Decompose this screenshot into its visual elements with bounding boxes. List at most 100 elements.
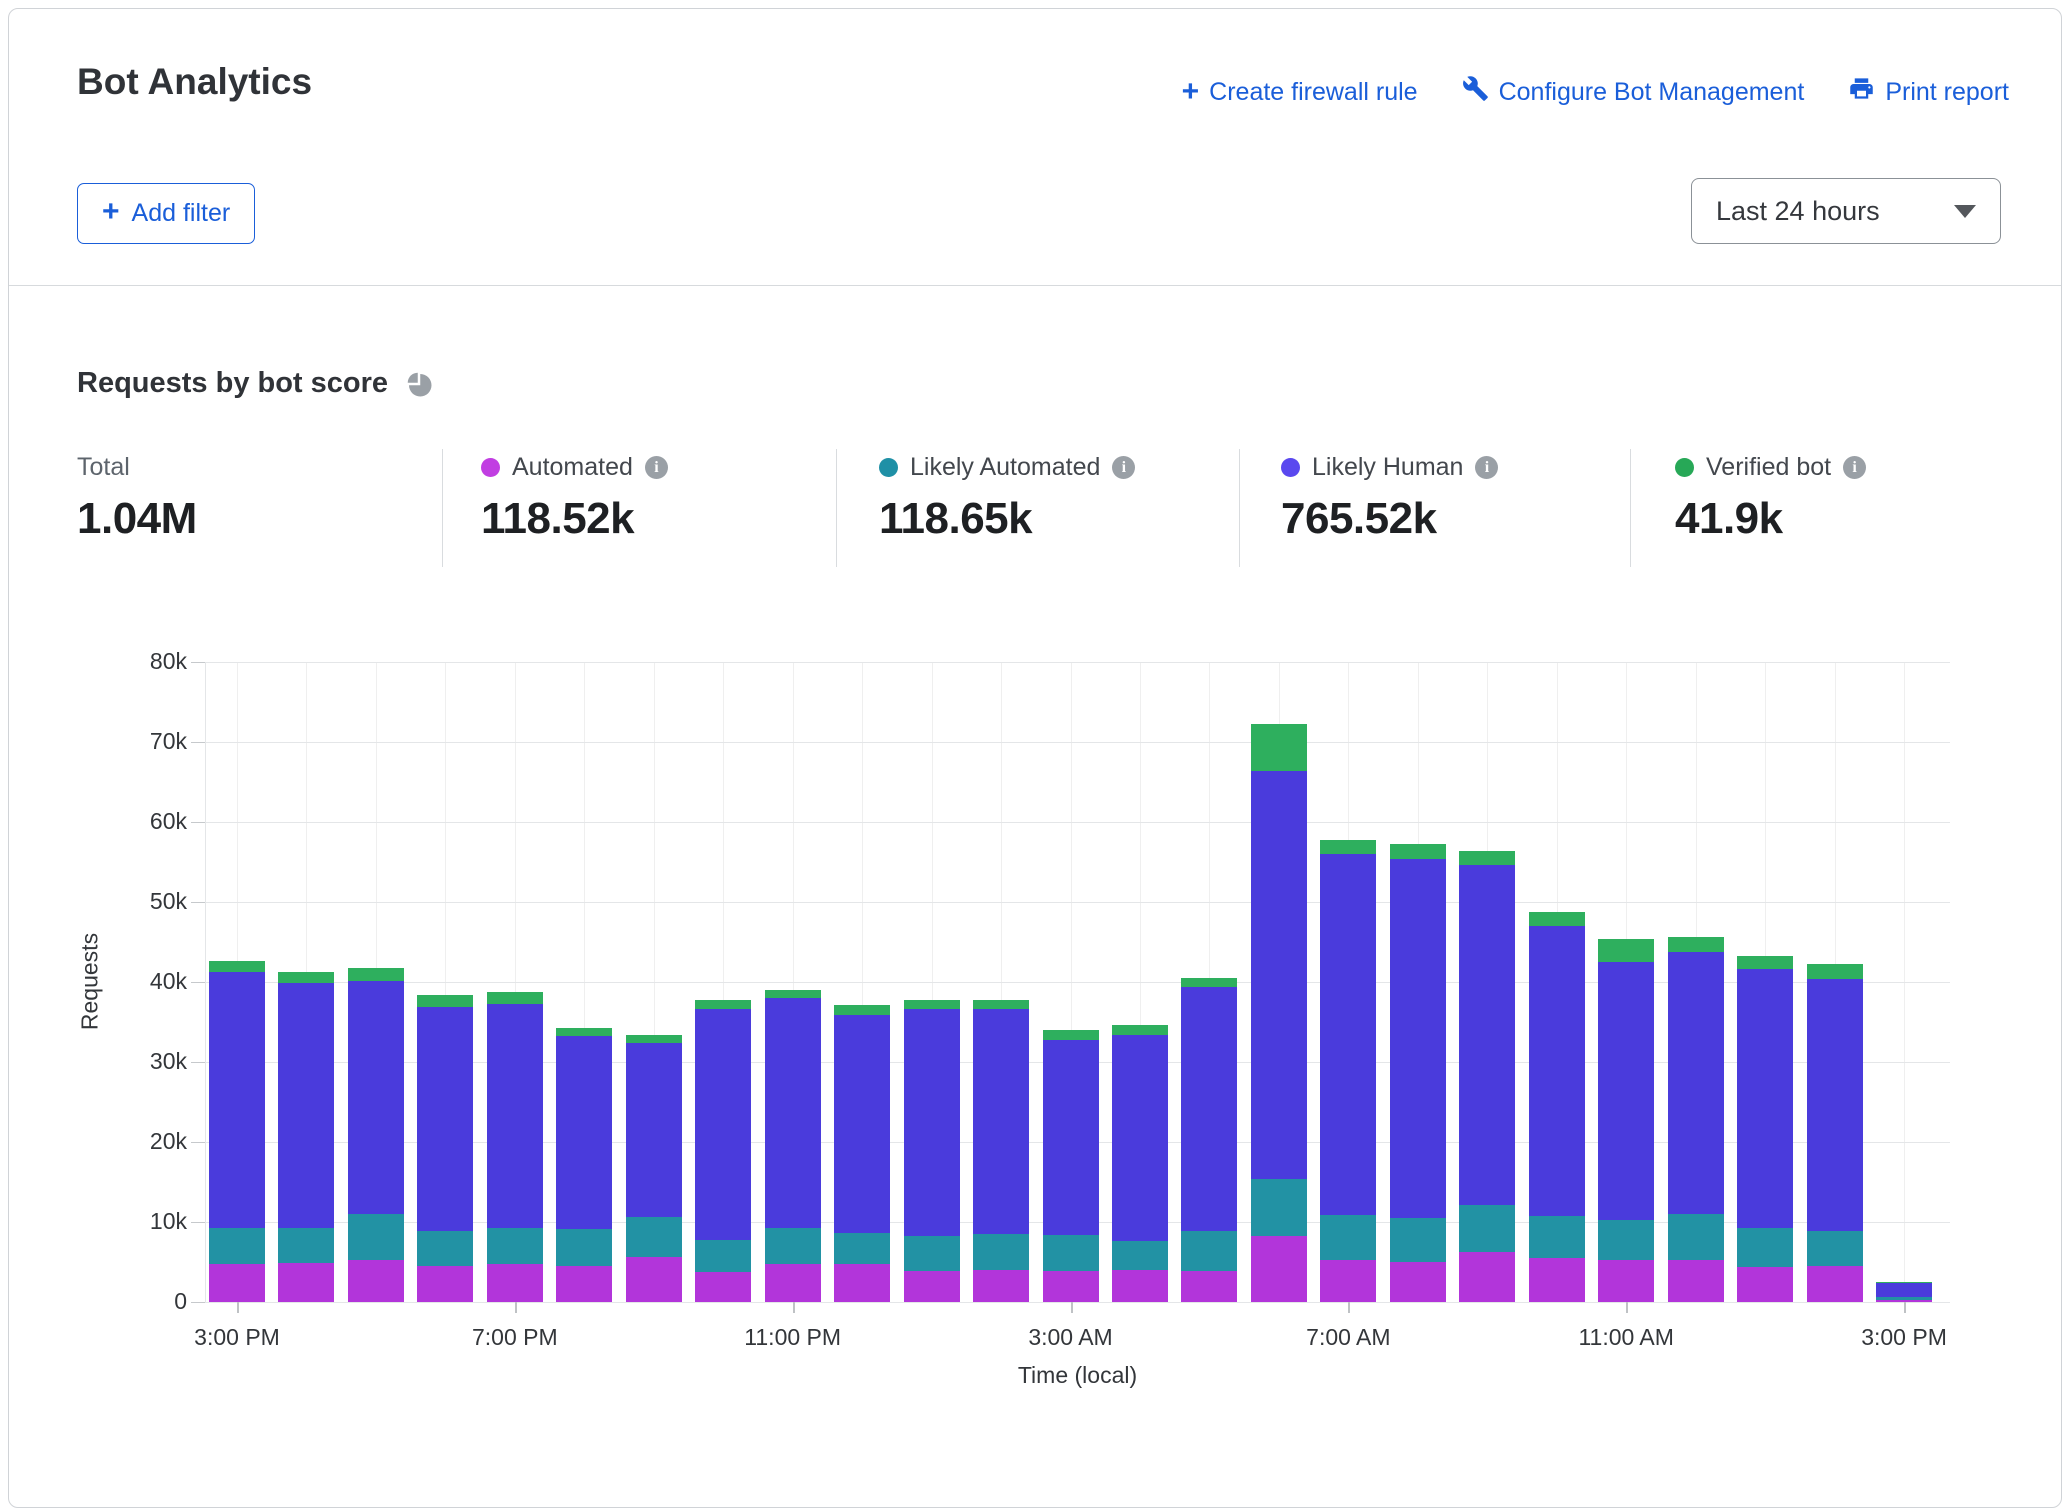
- bar-segment-verified-bot[interactable]: [904, 1000, 960, 1010]
- bar-segment-automated[interactable]: [1390, 1262, 1446, 1302]
- bar-segment-verified-bot[interactable]: [1251, 724, 1307, 770]
- bar-segment-likely-automated[interactable]: [1181, 1231, 1237, 1271]
- bar-segment-automated[interactable]: [1320, 1260, 1376, 1302]
- bar-segment-likely-human[interactable]: [1598, 962, 1654, 1220]
- bar-segment-verified-bot[interactable]: [417, 995, 473, 1007]
- info-icon[interactable]: i: [645, 456, 668, 479]
- bar-segment-verified-bot[interactable]: [348, 968, 404, 981]
- bar-segment-likely-automated[interactable]: [904, 1236, 960, 1270]
- bar-segment-automated[interactable]: [348, 1260, 404, 1302]
- bar-segment-likely-human[interactable]: [1876, 1283, 1932, 1297]
- bar-segment-likely-human[interactable]: [1668, 952, 1724, 1214]
- bar-segment-likely-human[interactable]: [904, 1009, 960, 1236]
- add-filter-button[interactable]: + Add filter: [77, 183, 255, 244]
- bar-segment-likely-human[interactable]: [626, 1043, 682, 1217]
- bar-segment-verified-bot[interactable]: [1598, 939, 1654, 962]
- bar-segment-automated[interactable]: [487, 1264, 543, 1302]
- bar-segment-verified-bot[interactable]: [487, 992, 543, 1004]
- bar-segment-likely-automated[interactable]: [417, 1231, 473, 1266]
- bar-segment-likely-automated[interactable]: [1876, 1297, 1932, 1299]
- bar-segment-likely-human[interactable]: [1112, 1035, 1168, 1241]
- action-link-print-report[interactable]: Print report: [1848, 75, 2009, 109]
- bar-segment-automated[interactable]: [904, 1271, 960, 1302]
- bar-segment-likely-human[interactable]: [1737, 969, 1793, 1228]
- bar-segment-likely-automated[interactable]: [1320, 1215, 1376, 1261]
- bar-segment-verified-bot[interactable]: [1320, 840, 1376, 854]
- bar-segment-likely-automated[interactable]: [1529, 1216, 1585, 1258]
- bar-segment-verified-bot[interactable]: [209, 961, 265, 972]
- bar-segment-automated[interactable]: [1737, 1267, 1793, 1302]
- bar-segment-automated[interactable]: [1807, 1266, 1863, 1302]
- bar-segment-likely-human[interactable]: [695, 1009, 751, 1239]
- bar-segment-likely-human[interactable]: [417, 1007, 473, 1231]
- bar-segment-verified-bot[interactable]: [278, 972, 334, 983]
- bar-segment-likely-automated[interactable]: [278, 1228, 334, 1263]
- bar-segment-automated[interactable]: [765, 1264, 821, 1302]
- bar-segment-verified-bot[interactable]: [556, 1028, 612, 1037]
- bar-segment-verified-bot[interactable]: [1807, 964, 1863, 978]
- info-icon[interactable]: i: [1475, 456, 1498, 479]
- bar-segment-likely-human[interactable]: [556, 1036, 612, 1229]
- bar-segment-likely-automated[interactable]: [348, 1214, 404, 1260]
- action-link-configure-bot-management[interactable]: Configure Bot Management: [1462, 75, 1805, 109]
- bar-segment-automated[interactable]: [1251, 1236, 1307, 1302]
- bar-segment-automated[interactable]: [1529, 1258, 1585, 1302]
- bar-segment-automated[interactable]: [1668, 1260, 1724, 1302]
- bar-segment-likely-automated[interactable]: [765, 1228, 821, 1264]
- bar-segment-likely-automated[interactable]: [695, 1240, 751, 1272]
- bar-segment-automated[interactable]: [556, 1266, 612, 1302]
- bar-segment-automated[interactable]: [278, 1263, 334, 1302]
- bar-segment-verified-bot[interactable]: [1043, 1030, 1099, 1040]
- bar-segment-automated[interactable]: [626, 1257, 682, 1302]
- bar-segment-likely-automated[interactable]: [1598, 1220, 1654, 1261]
- bar-segment-verified-bot[interactable]: [1390, 844, 1446, 859]
- bar-segment-automated[interactable]: [1043, 1271, 1099, 1302]
- bar-segment-verified-bot[interactable]: [1459, 851, 1515, 865]
- bar-segment-automated[interactable]: [1181, 1271, 1237, 1302]
- bar-segment-automated[interactable]: [1112, 1270, 1168, 1302]
- bar-segment-likely-human[interactable]: [1251, 771, 1307, 1179]
- bar-segment-likely-automated[interactable]: [1390, 1218, 1446, 1262]
- action-link-create-firewall-rule[interactable]: +Create firewall rule: [1182, 77, 1418, 108]
- bar-segment-verified-bot[interactable]: [1876, 1282, 1932, 1283]
- bar-segment-likely-human[interactable]: [1390, 859, 1446, 1218]
- bar-segment-verified-bot[interactable]: [765, 990, 821, 998]
- bar-segment-automated[interactable]: [695, 1272, 751, 1302]
- bar-segment-likely-human[interactable]: [487, 1004, 543, 1227]
- bar-segment-automated[interactable]: [1876, 1300, 1932, 1302]
- bar-segment-verified-bot[interactable]: [834, 1005, 890, 1015]
- bar-segment-likely-automated[interactable]: [1737, 1228, 1793, 1266]
- bar-segment-automated[interactable]: [417, 1266, 473, 1302]
- bar-segment-likely-human[interactable]: [1043, 1040, 1099, 1235]
- bar-segment-automated[interactable]: [209, 1264, 265, 1302]
- info-icon[interactable]: i: [1112, 456, 1135, 479]
- bar-segment-likely-human[interactable]: [209, 972, 265, 1228]
- bar-segment-likely-human[interactable]: [1320, 854, 1376, 1215]
- bar-segment-verified-bot[interactable]: [973, 1000, 1029, 1010]
- bar-segment-likely-automated[interactable]: [1112, 1241, 1168, 1270]
- bar-segment-likely-automated[interactable]: [1459, 1205, 1515, 1252]
- bar-segment-likely-human[interactable]: [278, 983, 334, 1228]
- bar-segment-likely-automated[interactable]: [1668, 1214, 1724, 1260]
- bar-segment-likely-human[interactable]: [973, 1009, 1029, 1234]
- bar-segment-verified-bot[interactable]: [1181, 978, 1237, 987]
- bar-segment-likely-human[interactable]: [834, 1015, 890, 1233]
- bar-segment-automated[interactable]: [973, 1270, 1029, 1302]
- bar-segment-verified-bot[interactable]: [1529, 912, 1585, 926]
- bar-segment-likely-human[interactable]: [1181, 987, 1237, 1231]
- bar-segment-likely-automated[interactable]: [834, 1233, 890, 1263]
- bar-segment-verified-bot[interactable]: [1737, 956, 1793, 970]
- bar-segment-likely-automated[interactable]: [973, 1234, 1029, 1270]
- bar-segment-likely-automated[interactable]: [1043, 1235, 1099, 1271]
- info-icon[interactable]: i: [1843, 456, 1866, 479]
- bar-segment-likely-automated[interactable]: [1807, 1231, 1863, 1266]
- bar-segment-verified-bot[interactable]: [1668, 937, 1724, 951]
- bar-segment-automated[interactable]: [834, 1264, 890, 1302]
- bar-segment-likely-human[interactable]: [765, 998, 821, 1228]
- bar-segment-likely-automated[interactable]: [209, 1228, 265, 1263]
- bar-segment-likely-automated[interactable]: [626, 1217, 682, 1257]
- bar-segment-likely-human[interactable]: [1807, 979, 1863, 1231]
- bar-segment-likely-automated[interactable]: [1251, 1179, 1307, 1236]
- bar-segment-verified-bot[interactable]: [1112, 1025, 1168, 1035]
- bar-segment-likely-human[interactable]: [1529, 926, 1585, 1216]
